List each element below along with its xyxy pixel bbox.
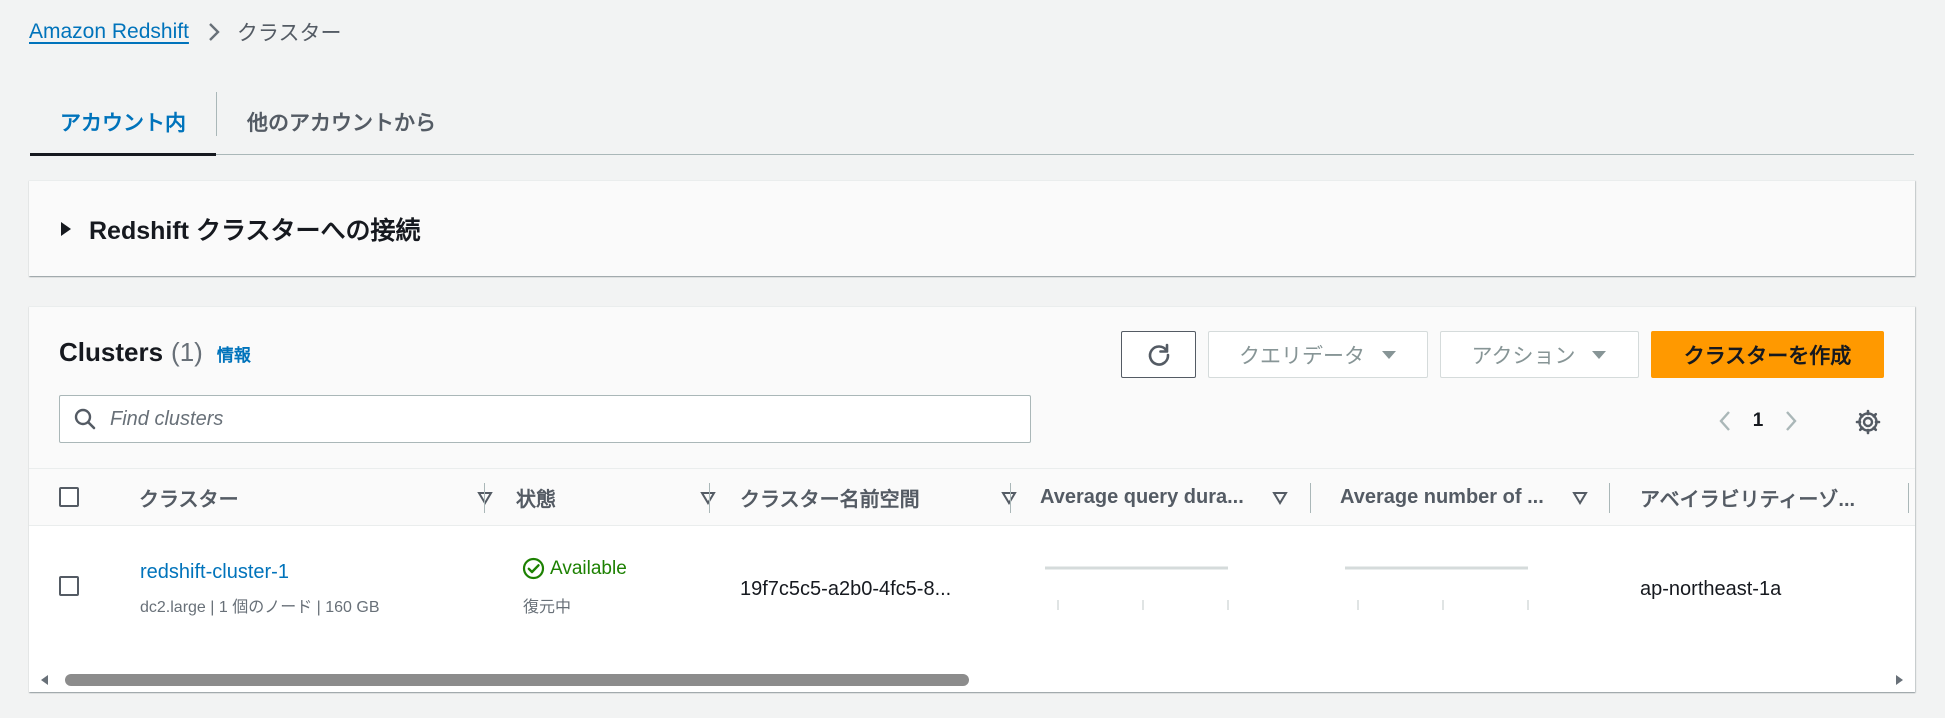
column-divider[interactable] [709, 483, 710, 513]
column-header-avg-number[interactable]: Average number of ... [1340, 469, 1620, 526]
status-subtext: 復元中 [523, 599, 572, 616]
clusters-title: Clusters [59, 337, 164, 367]
chevron-right-icon [209, 23, 220, 41]
next-page-button[interactable] [1775, 405, 1807, 437]
info-link[interactable]: 情報 [217, 341, 251, 366]
pagination: 1 [1709, 405, 1807, 437]
column-header-status[interactable]: 状態 [516, 469, 721, 526]
query-editor-dropdown-button[interactable]: クエリデータ [1208, 331, 1428, 378]
clusters-container: Clusters (1) 情報 クエリデータ アクション クラスターを作成 Fi… [29, 306, 1915, 692]
column-header-namespace[interactable]: クラスター名前空間 [740, 469, 1020, 526]
column-label-cluster: クラスター [139, 489, 239, 511]
column-label-avg-query-duration: Average query dura... [1040, 486, 1244, 508]
gear-icon [1855, 409, 1881, 435]
scroll-left-arrow-icon[interactable] [39, 674, 51, 686]
sort-icon [1572, 492, 1588, 505]
current-page-number[interactable]: 1 [1741, 410, 1775, 432]
check-circle-icon [522, 557, 545, 580]
search-icon [74, 408, 96, 430]
search-field [59, 395, 1031, 443]
sort-icon [700, 492, 716, 505]
scroll-right-arrow-icon[interactable] [1893, 674, 1905, 686]
namespace-value: 19f7c5c5-a2b0-4fc5-8... [740, 578, 952, 600]
tab-list: アカウント内 他のアカウントから [30, 90, 1914, 156]
clusters-title-group: Clusters (1) 情報 [59, 337, 251, 368]
table-header: クラスター 状態 クラスター名前空間 Average query dura...… [29, 469, 1915, 526]
horizontal-scrollbar[interactable] [29, 669, 1915, 691]
actions-dropdown-button[interactable]: アクション [1440, 331, 1639, 378]
cluster-name-link[interactable]: redshift-cluster-1 [140, 561, 289, 584]
column-header-availability-zone[interactable]: アベイラビリティーゾ... [1640, 469, 1900, 526]
caret-right-icon [61, 221, 71, 236]
breadcrumb-link-redshift[interactable]: Amazon Redshift [29, 20, 189, 44]
sort-icon [477, 492, 493, 505]
tab-in-account[interactable]: アカウント内 [30, 90, 216, 156]
sort-icon [1001, 492, 1017, 505]
chevron-right-icon [1786, 411, 1797, 431]
avg-number-sparkline [1345, 566, 1529, 610]
availability-zone-value: ap-northeast-1a [1640, 578, 1782, 600]
chevron-left-icon [1719, 411, 1730, 431]
cluster-details: dc2.large | 1 個のノード | 160 GB [140, 599, 380, 616]
column-divider[interactable] [1609, 483, 1610, 513]
connect-panel-title: Redshift クラスターへの接続 [89, 216, 421, 245]
connect-panel-expander[interactable]: Redshift クラスターへの接続 [29, 180, 1915, 276]
status-text: Available [550, 557, 627, 579]
select-all-checkbox[interactable] [59, 487, 79, 507]
breadcrumb-current: クラスター [236, 22, 342, 45]
column-divider[interactable] [484, 483, 485, 513]
table-preferences-button[interactable] [1853, 407, 1883, 437]
refresh-icon [1148, 343, 1169, 366]
column-divider[interactable] [1010, 483, 1011, 513]
refresh-button[interactable] [1121, 331, 1196, 378]
column-label-availability-zone: アベイラビリティーゾ... [1640, 489, 1856, 511]
clusters-count: (1) [171, 337, 203, 367]
table-row: redshift-cluster-1 dc2.large | 1 個のノード |… [29, 526, 1915, 648]
previous-page-button[interactable] [1709, 405, 1741, 437]
query-editor-label: クエリデータ [1239, 344, 1365, 368]
tab-other-accounts[interactable]: 他のアカウントから [217, 90, 466, 154]
scrollbar-thumb[interactable] [65, 674, 969, 686]
column-header-cluster[interactable]: クラスター [139, 469, 499, 526]
avg-query-duration-sparkline [1045, 566, 1229, 610]
clusters-header: Clusters (1) 情報 クエリデータ アクション クラスターを作成 Fi… [29, 307, 1915, 469]
column-header-avg-query-duration[interactable]: Average query dura... [1040, 469, 1320, 526]
create-cluster-button[interactable]: クラスターを作成 [1651, 331, 1884, 378]
status-badge: Available [522, 557, 627, 580]
sort-icon [1272, 492, 1288, 505]
column-divider[interactable] [1310, 483, 1311, 513]
search-input[interactable] [110, 407, 990, 431]
column-label-namespace: クラスター名前空間 [740, 489, 920, 511]
caret-down-icon [1592, 350, 1607, 359]
column-label-status: 状態 [516, 489, 556, 511]
column-label-avg-number: Average number of ... [1340, 486, 1544, 508]
actions-label: アクション [1471, 344, 1576, 368]
caret-down-icon [1382, 350, 1396, 359]
column-divider[interactable] [1908, 483, 1909, 513]
breadcrumb: Amazon Redshift クラスター [29, 17, 342, 47]
row-select-checkbox[interactable] [59, 576, 79, 596]
